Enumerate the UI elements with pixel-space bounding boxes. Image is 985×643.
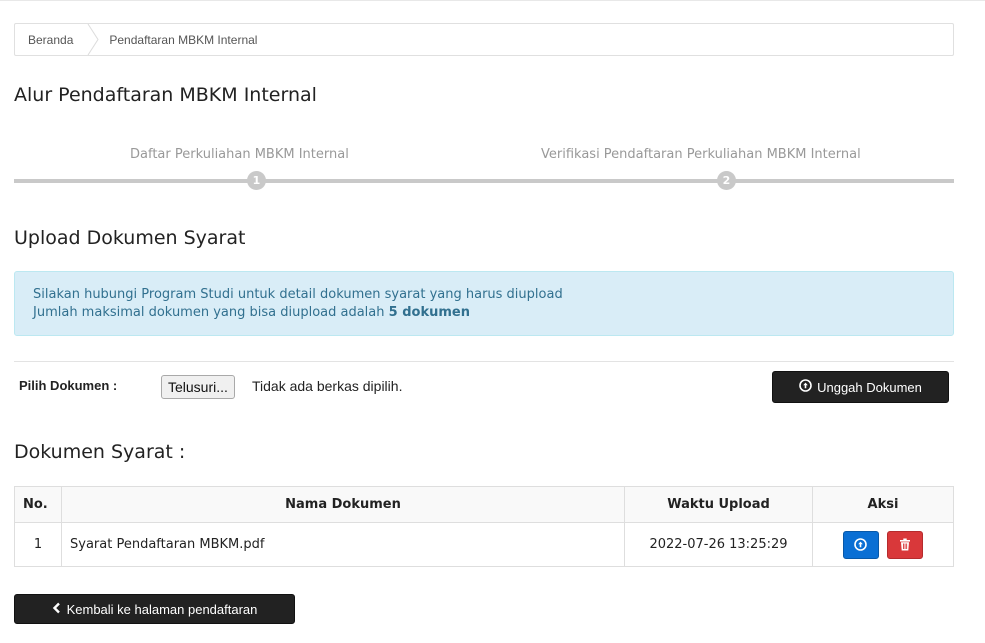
delete-button[interactable] (887, 530, 924, 559)
breadcrumb-separator-icon (87, 24, 99, 55)
chevron-left-icon (52, 602, 61, 617)
upload-button-label: Unggah Dokumen (817, 379, 922, 395)
info-line-2: Jumlah maksimal dokumen yang bisa diuplo… (33, 304, 953, 322)
file-status-text: Tidak ada berkas dipilih. (252, 378, 403, 394)
row-document-name: Syarat Pendaftaran MBKM.pdf (61, 522, 625, 567)
step-1-label: Daftar Perkuliahan MBKM Internal (130, 147, 349, 162)
breadcrumb: Beranda Pendaftaran MBKM Internal (14, 23, 954, 56)
info-alert: Silakan hubungi Program Studi untuk deta… (14, 271, 954, 336)
header-action: Aksi (812, 486, 954, 523)
info-max-count: 5 dokumen (388, 305, 470, 320)
wizard-track (14, 179, 954, 183)
upload-document-button[interactable]: Unggah Dokumen (772, 371, 949, 403)
back-to-registration-button[interactable]: Kembali ke halaman pendaftaran (14, 594, 295, 624)
arrow-circle-down-icon (854, 538, 868, 551)
table-row: 1 Syarat Pendaftaran MBKM.pdf 2022-07-26… (14, 522, 954, 567)
wizard-title: Alur Pendaftaran MBKM Internal (14, 84, 317, 106)
download-button[interactable] (842, 530, 879, 559)
top-divider (0, 0, 985, 1)
info-line-1: Silakan hubungi Program Studi untuk deta… (33, 287, 563, 302)
row-no: 1 (14, 522, 62, 567)
row-upload-time: 2022-07-26 13:25:29 (624, 522, 813, 567)
trash-icon (900, 538, 911, 551)
upload-section-title: Upload Dokumen Syarat (14, 227, 246, 249)
step-1-dot: 1 (247, 171, 266, 190)
section-divider (14, 361, 954, 362)
breadcrumb-home[interactable]: Beranda (15, 24, 87, 55)
browse-button[interactable]: Telusuri... (161, 375, 235, 399)
arrow-circle-up-icon (799, 379, 812, 395)
breadcrumb-current: Pendaftaran MBKM Internal (109, 32, 258, 47)
header-time: Waktu Upload (624, 486, 813, 523)
choose-document-label: Pilih Dokumen : (19, 378, 118, 393)
info-line-2-text: Jumlah maksimal dokumen yang bisa diuplo… (33, 305, 389, 320)
header-no: No. (14, 486, 62, 523)
header-name: Nama Dokumen (61, 486, 625, 523)
documents-title: Dokumen Syarat : (14, 441, 186, 463)
table-header-row: No. Nama Dokumen Waktu Upload Aksi (14, 486, 954, 523)
step-2-label: Verifikasi Pendaftaran Perkuliahan MBKM … (541, 147, 861, 162)
step-2-dot: 2 (717, 171, 736, 190)
back-button-label: Kembali ke halaman pendaftaran (66, 601, 258, 617)
documents-table: No. Nama Dokumen Waktu Upload Aksi 1 Sya… (14, 486, 954, 567)
row-actions (812, 522, 954, 567)
